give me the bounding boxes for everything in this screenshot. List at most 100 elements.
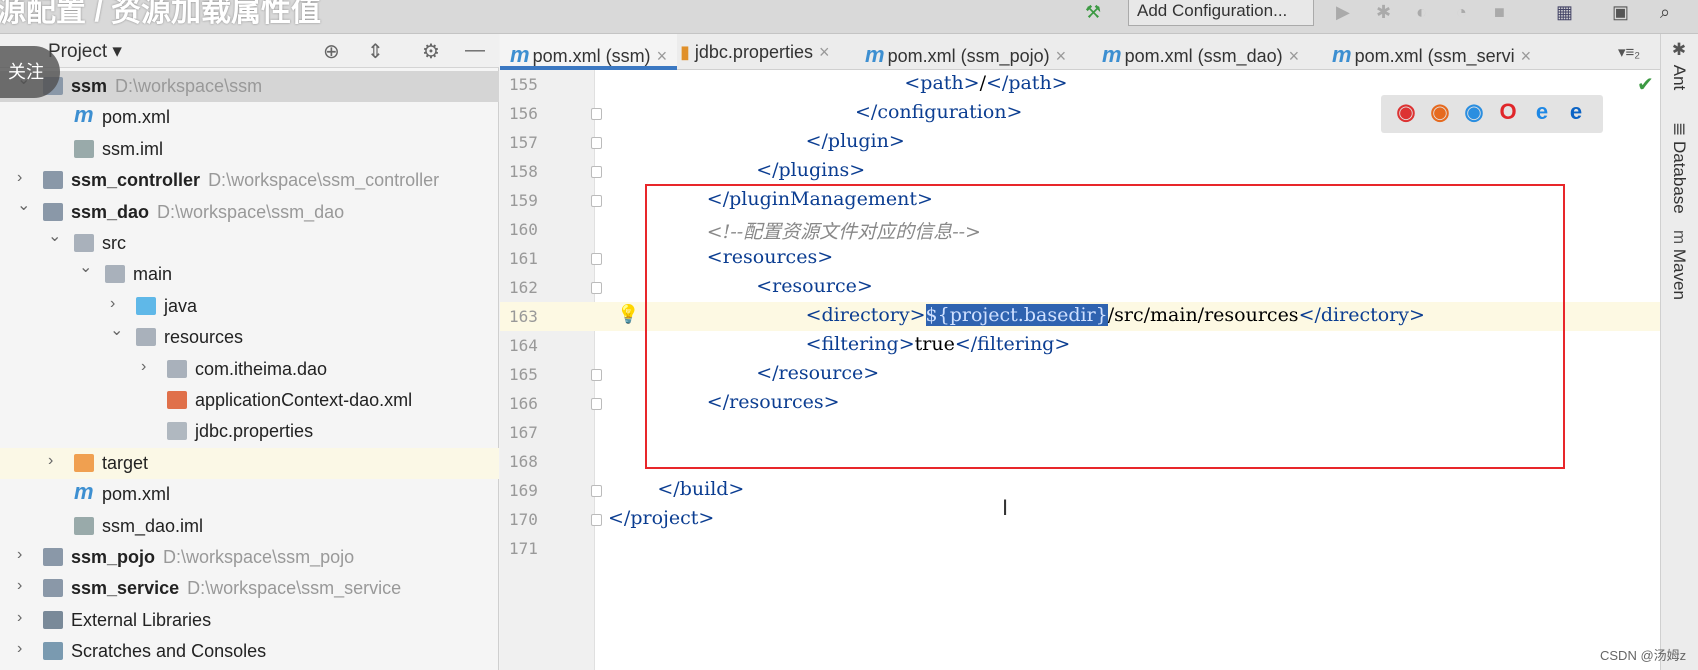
fold-marker-icon[interactable] xyxy=(591,166,602,178)
gear-icon[interactable]: ⚙ xyxy=(422,39,440,64)
chevron-down-icon[interactable]: ⌄ xyxy=(110,320,124,340)
hide-icon[interactable]: — xyxy=(465,39,485,62)
chevron-right-icon[interactable]: › xyxy=(17,577,31,595)
item-name: applicationContext-dao.xml xyxy=(195,390,413,410)
tree-item[interactable]: ssm_dao.iml xyxy=(0,511,499,542)
chrome-icon[interactable]: ◉ xyxy=(1394,100,1418,124)
chevron-right-icon[interactable]: › xyxy=(17,546,31,564)
project-view-selector[interactable]: Project ▾ xyxy=(48,40,122,63)
edge-icon[interactable]: e xyxy=(1564,100,1588,124)
tree-item[interactable]: › com.itheima.dao xyxy=(0,354,499,385)
close-icon[interactable]: × xyxy=(1289,46,1300,66)
line-number: 161 xyxy=(509,249,538,268)
code-line[interactable]: 169 </build> xyxy=(500,476,1660,505)
module-icon xyxy=(43,202,63,221)
chevron-right-icon[interactable]: › xyxy=(17,609,31,627)
tree-item[interactable]: › target xyxy=(0,447,499,479)
xml-tag: </path> xyxy=(986,72,1068,94)
chevron-right-icon[interactable]: › xyxy=(141,358,155,376)
tree-item[interactable]: ssm.iml xyxy=(0,134,499,165)
collapse-all-icon[interactable]: ⇕ xyxy=(367,39,384,64)
coverage-icon[interactable]: ◐ xyxy=(1416,2,1427,23)
chevron-down-icon[interactable]: ⌄ xyxy=(79,257,93,277)
code-line[interactable]: 171 xyxy=(500,534,1660,563)
tree-item[interactable]: › ssm_service D:\workspace\ssm_service xyxy=(0,573,499,604)
follow-button[interactable]: 关注 xyxy=(0,46,60,98)
locate-icon[interactable]: ⊕ xyxy=(323,39,340,64)
tab-pom-xml-ssm-[interactable]: m pom.xml (ssm) × xyxy=(500,34,678,70)
line-number: 160 xyxy=(509,220,538,239)
tree-item[interactable]: › ssm_controller D:\workspace\ssm_controll… xyxy=(0,165,499,196)
tree-item[interactable]: › java xyxy=(0,291,499,322)
right-tool-strip: ✱ Ant ≣ Database m Maven xyxy=(1660,34,1698,670)
opera-icon[interactable]: O xyxy=(1496,100,1520,124)
fold-marker-icon[interactable] xyxy=(591,108,602,120)
add-configuration-button[interactable]: Add Configuration... xyxy=(1128,0,1314,26)
project-structure-icon[interactable]: ▦ xyxy=(1556,2,1573,23)
tree-item[interactable]: › ssm_pojo D:\workspace\ssm_pojo xyxy=(0,542,499,573)
run-icon[interactable]: ▶ xyxy=(1336,2,1350,23)
run-window-icon[interactable]: ▣ xyxy=(1612,2,1629,23)
profile-icon[interactable]: ◔ xyxy=(1456,2,1467,23)
item-name: jdbc.properties xyxy=(195,421,314,442)
close-icon[interactable]: × xyxy=(819,42,830,62)
fold-marker-icon[interactable] xyxy=(591,369,602,381)
tab-overflow-button[interactable]: ▾≡₂ xyxy=(1618,43,1640,61)
build-hammer-icon[interactable]: ⚒ xyxy=(1085,2,1101,23)
xml-tag: </project> xyxy=(608,507,715,529)
debug-icon[interactable]: ✱ xyxy=(1376,2,1391,23)
fold-marker-icon[interactable] xyxy=(591,398,602,410)
line-number: 167 xyxy=(509,423,538,442)
tree-item[interactable]: applicationContext-dao.xml xyxy=(0,385,499,416)
fold-marker-icon[interactable] xyxy=(591,282,602,294)
fold-marker-icon[interactable] xyxy=(591,137,602,149)
chevron-right-icon[interactable]: › xyxy=(17,640,31,658)
chevron-down-icon[interactable]: ⌄ xyxy=(48,226,62,246)
close-icon[interactable]: × xyxy=(1056,46,1067,66)
code-line[interactable]: 170 </project> xyxy=(500,505,1660,534)
tree-item-label: java xyxy=(164,296,197,317)
safari-icon[interactable]: ◉ xyxy=(1462,100,1486,124)
chevron-right-icon[interactable]: › xyxy=(110,295,124,313)
tree-item[interactable]: ⌄ main xyxy=(0,259,499,290)
tool-window-ant[interactable]: ✱ Ant xyxy=(1669,40,1689,90)
close-icon[interactable]: × xyxy=(1521,46,1532,66)
tab-pom-xml-ssm-dao-[interactable]: m pom.xml (ssm_dao) × xyxy=(1092,34,1309,70)
tree-item[interactable]: m pom.xml xyxy=(0,102,499,133)
line-number: 155 xyxy=(509,75,538,94)
tree-item[interactable]: ⌄ src xyxy=(0,228,499,259)
chevron-down-icon[interactable]: ⌄ xyxy=(17,195,31,215)
tree-item-label: pom.xml xyxy=(102,107,170,128)
tool-window-maven[interactable]: m Maven xyxy=(1669,230,1689,300)
tree-item[interactable]: m pom.xml xyxy=(0,479,499,510)
code-line[interactable]: 158 </plugins> xyxy=(500,157,1660,186)
tree-item[interactable]: jdbc.properties xyxy=(0,416,499,447)
tree-item[interactable]: ⌄ resources xyxy=(0,322,499,353)
search-icon[interactable]: ⌕ xyxy=(1660,2,1670,23)
tool-window-database[interactable]: ≣ Database xyxy=(1669,122,1689,214)
lightbulb-icon[interactable]: 💡 xyxy=(617,304,639,325)
tab-label: pom.xml (ssm_pojo) xyxy=(887,46,1050,66)
fold-marker-icon[interactable] xyxy=(591,514,602,526)
internet-explorer-icon[interactable]: e xyxy=(1530,100,1554,124)
inspection-ok-icon[interactable]: ✔ xyxy=(1637,72,1654,97)
fold-marker-icon[interactable] xyxy=(591,485,602,497)
firefox-icon[interactable]: ◉ xyxy=(1428,100,1452,124)
tab-pom-xml-ssm-pojo-[interactable]: m pom.xml (ssm_pojo) × xyxy=(855,34,1076,70)
tab-jdbc-properties[interactable]: ▮ jdbc.properties × xyxy=(670,34,840,70)
tree-item[interactable]: ⌄ssmD:\workspace\ssm xyxy=(0,71,499,102)
tree-item[interactable]: › External Libraries xyxy=(0,605,499,636)
fold-marker-icon[interactable] xyxy=(591,253,602,265)
text-cursor-icon: I xyxy=(1002,495,1009,520)
stop-icon[interactable]: ■ xyxy=(1494,2,1505,23)
fold-marker-icon[interactable] xyxy=(591,195,602,207)
chevron-right-icon[interactable]: › xyxy=(17,169,31,187)
tool-window-label: Database xyxy=(1670,140,1689,214)
tab-label: jdbc.properties xyxy=(694,42,813,62)
item-name: ssm_dao xyxy=(71,201,150,222)
tab-pom-xml-ssm-servi[interactable]: m pom.xml (ssm_servi × xyxy=(1322,34,1541,70)
chevron-right-icon[interactable]: › xyxy=(48,452,62,470)
tree-item[interactable]: › Scratches and Consoles xyxy=(0,636,499,667)
close-icon[interactable]: × xyxy=(657,46,668,66)
tree-item[interactable]: ⌄ ssm_dao D:\workspace\ssm_dao xyxy=(0,197,499,228)
